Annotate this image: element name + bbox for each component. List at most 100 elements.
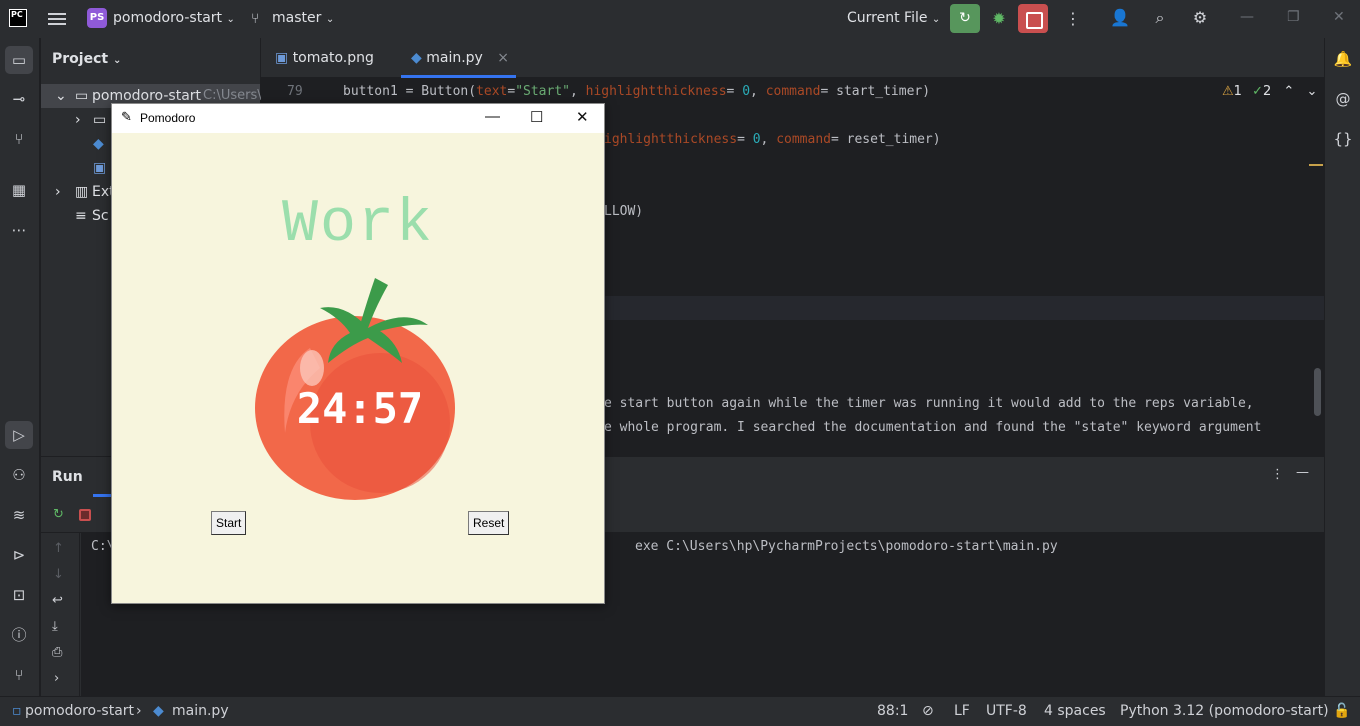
warning-icon: ⚠ [1222, 84, 1234, 99]
timer-heading: Work [281, 191, 435, 259]
code-braces-icon[interactable]: {} [1332, 128, 1354, 150]
soft-wrap-icon[interactable]: ↩ [52, 593, 63, 608]
minimize-icon[interactable]: — [1240, 9, 1254, 25]
down-arrow-icon[interactable]: ↓ [53, 567, 64, 582]
chevron-down-icon: ⌄ [226, 14, 235, 25]
close-tab-icon[interactable]: × [497, 50, 509, 66]
debug-button[interactable]: ✹ [989, 9, 1009, 29]
run-tool-icon[interactable]: ▷ [5, 421, 33, 449]
chevron-right-icon: › [75, 112, 81, 128]
run-config-selector[interactable]: Current File ⌄ [847, 10, 940, 26]
code-token: 0 [742, 84, 751, 99]
code-token: = [726, 84, 743, 99]
hide-panel-icon[interactable]: — [1296, 465, 1309, 480]
code-line: e whole program. I searched the document… [604, 420, 1262, 435]
code-token: command [776, 132, 831, 147]
code-line: e start button again while the timer was… [604, 396, 1254, 411]
typo-count: 2 [1262, 84, 1272, 99]
pomodoro-window-title: Pomodoro [140, 111, 196, 125]
lock-icon[interactable]: 🔓 [1333, 703, 1350, 719]
line-number: 79 [287, 84, 303, 99]
tab-tomato-png[interactable]: ▣ tomato.png [275, 38, 374, 78]
start-button[interactable]: Start [211, 511, 247, 535]
close-icon[interactable]: ✕ [576, 108, 589, 126]
project-pane-title[interactable]: Project ⌄ [52, 51, 121, 67]
pomodoro-canvas: Work 24:57 Start Reset [112, 133, 604, 603]
minimize-icon[interactable]: — [485, 108, 500, 125]
scroll-to-end-icon[interactable]: ⤓ [52, 619, 58, 634]
folder-icon: ▭ [75, 88, 89, 104]
python-file-icon: ◆ [153, 703, 164, 719]
run-side-toolbar: ↑ ↓ ↩ ⤓ ⎙ › [41, 533, 80, 697]
next-highlight-icon[interactable]: ⌄ [1306, 84, 1317, 99]
readonly-toggle-icon[interactable]: ⊘ [922, 703, 934, 719]
code-token: button1 = Button( [343, 84, 477, 99]
breadcrumb-project[interactable]: pomodoro-start [25, 703, 134, 719]
search-icon[interactable]: ⌕ [1149, 8, 1171, 30]
structure-icon[interactable]: ▦ [8, 179, 30, 201]
project-folder-icon[interactable]: ▭ [5, 46, 33, 74]
code-line: ighlightthickness= 0, command= reset_tim… [604, 132, 941, 147]
layers-icon[interactable]: ≋ [8, 504, 30, 526]
file-encoding[interactable]: UTF-8 [986, 703, 1027, 719]
breadcrumb-file[interactable]: main.py [172, 703, 229, 719]
stop-button[interactable] [1018, 4, 1048, 33]
scratches-label: Sc [92, 208, 109, 224]
reset-button[interactable]: Reset [468, 511, 510, 535]
bug-icon: ✹ [992, 9, 1006, 28]
folder-icon: ▭ [93, 112, 107, 128]
code-token: = [737, 132, 753, 147]
editor-scrollbar[interactable] [1314, 368, 1321, 416]
ai-assistant-icon[interactable]: @ [1332, 88, 1354, 110]
run-tab-indicator[interactable] [93, 494, 111, 497]
indent-setting[interactable]: 4 spaces [1044, 703, 1106, 719]
caret-position[interactable]: 88:1 [877, 703, 908, 719]
commit-icon[interactable]: ⊸ [8, 88, 30, 110]
line-separator[interactable]: LF [954, 703, 970, 719]
image-file-icon: ▣ [93, 160, 107, 176]
chevron-right-icon[interactable]: › [54, 671, 59, 686]
project-widget[interactable]: pomodoro-start ⌄ [113, 10, 235, 26]
up-arrow-icon[interactable]: ↑ [53, 541, 64, 556]
notifications-icon[interactable]: 🔔 [1332, 48, 1354, 70]
code-token: text [476, 84, 508, 99]
more-actions-icon[interactable]: ⋮ [1065, 9, 1081, 28]
code-token: 0 [752, 132, 761, 147]
scratches-icon: ≡ [75, 208, 87, 224]
pull-requests-icon[interactable]: ⑂ [8, 128, 30, 150]
warning-marker[interactable] [1309, 164, 1323, 166]
breadcrumb-separator-icon: › [136, 703, 142, 719]
stop-icon[interactable] [79, 509, 91, 521]
tab-main-py[interactable]: ◆ main.py × [401, 38, 516, 78]
pomodoro-titlebar[interactable]: ✎ Pomodoro — ☐ ✕ [112, 104, 604, 133]
rerun-button[interactable]: ↻ [950, 4, 980, 33]
restore-icon[interactable]: ❐ [1287, 9, 1300, 25]
python-console-icon[interactable]: ⚇ [8, 464, 30, 486]
more-tools-icon[interactable]: ⋯ [8, 219, 30, 241]
add-user-icon[interactable]: 👤 [1109, 8, 1131, 30]
previous-highlight-icon[interactable]: ⌃ [1283, 84, 1294, 99]
problems-icon[interactable]: ⓘ [8, 624, 30, 646]
run-options-icon[interactable]: ⋮ [1271, 467, 1284, 482]
main-menu-icon[interactable] [48, 10, 66, 26]
warning-count: 1 [1233, 84, 1242, 99]
terminal-icon[interactable]: ⊡ [8, 584, 30, 606]
services-icon[interactable]: ⊳ [8, 544, 30, 566]
vcs-branch-widget[interactable]: master ⌄ [272, 10, 334, 26]
code-token: command [765, 84, 821, 99]
code-token: , [570, 84, 586, 99]
git-icon[interactable]: ⑂ [8, 664, 30, 686]
maximize-icon[interactable]: ☐ [530, 108, 543, 126]
gear-icon[interactable]: ⚙ [1189, 8, 1211, 30]
inspection-widget[interactable]: ⚠1 ✓2 ⌃ ⌄ [1222, 84, 1317, 99]
left-toolbar: ▭ ⊸ ⑂ ▦ ⋯ ▷ ⚇ ≋ ⊳ ⊡ ⓘ ⑂ [0, 38, 40, 696]
project-badge[interactable]: PS [87, 8, 107, 28]
code-token: highlightthickness [585, 84, 727, 99]
rerun-icon: ↻ [959, 10, 971, 26]
python-interpreter[interactable]: Python 3.12 (pomodoro-start) [1120, 703, 1329, 719]
rerun-icon[interactable]: ↻ [53, 507, 64, 522]
print-icon[interactable]: ⎙ [52, 645, 62, 660]
library-icon: ▥ [75, 184, 89, 200]
close-icon[interactable]: ✕ [1333, 9, 1345, 25]
typo-check-icon: ✓ [1252, 84, 1263, 99]
